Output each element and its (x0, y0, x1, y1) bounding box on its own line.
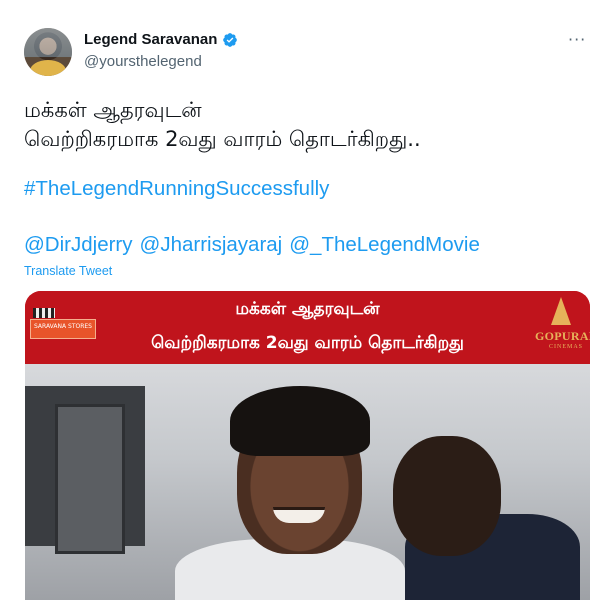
more-options-icon[interactable]: ··· (568, 30, 586, 49)
mention-link[interactable]: @Jharrisjayaraj (140, 233, 283, 257)
author-display-name[interactable]: Legend Saravanan (84, 31, 217, 48)
translate-tweet-link[interactable]: Translate Tweet (24, 264, 112, 278)
media-banner: SARAVANA STORES மக்கள் ஆதரவுடன் வெற்றிகர… (25, 291, 590, 364)
tweet-text: மக்கள் ஆதரவுடன் வெற்றிகரமாக 2வது வாரம் த… (24, 96, 584, 154)
mention-link[interactable]: @DirJdjerry (24, 233, 133, 257)
hashtag-link[interactable]: #TheLegendRunningSuccessfully (24, 177, 329, 201)
tweet-media[interactable]: SARAVANA STORES மக்கள் ஆதரவுடன் வெற்றிகர… (25, 291, 590, 600)
media-photo (25, 364, 590, 600)
tweet-text-line: மக்கள் ஆதரவுடன் (24, 98, 202, 122)
mention-link[interactable]: @_TheLegendMovie (289, 233, 480, 257)
verified-badge-icon (223, 32, 238, 47)
tweet-text-line: வெற்றிகரமாக 2வது வாரம் தொடர்கிறது.. (24, 127, 421, 151)
avatar[interactable] (24, 28, 72, 76)
banner-line: மக்கள் ஆதரவுடன் (235, 299, 380, 319)
author-handle[interactable]: @yoursthelegend (84, 53, 202, 70)
banner-line: வெற்றிகரமாக 2வது வாரம் தொடர்கிறது (151, 333, 464, 353)
cinema-logo: GOPURAM CINEMAS (535, 297, 590, 357)
author-name-row: Legend Saravanan (84, 31, 238, 48)
temple-tower-icon (551, 297, 571, 325)
mentions: @DirJdjerry @Jharrisjayaraj @_TheLegendM… (24, 233, 480, 257)
